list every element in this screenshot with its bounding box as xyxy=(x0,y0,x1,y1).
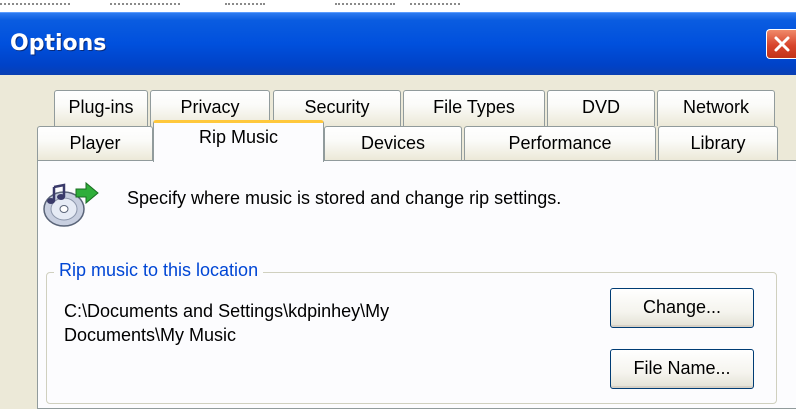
tab-library[interactable]: Library xyxy=(658,126,778,160)
panel-description: Specify where music is stored and change… xyxy=(127,188,562,208)
tab-performance[interactable]: Performance xyxy=(464,126,656,160)
title-bar: Options xyxy=(0,12,796,75)
rip-path: C:\Documents and Settings\kdpinhey\My Do… xyxy=(64,299,584,347)
close-button[interactable] xyxy=(766,29,796,59)
tab-devices[interactable]: Devices xyxy=(324,126,462,160)
change-button[interactable]: Change... xyxy=(610,288,754,328)
rip-path-line-2: Documents\My Music xyxy=(64,325,237,345)
file-name-button[interactable]: File Name... xyxy=(610,349,754,389)
rip-path-line-1: C:\Documents and Settings\kdpinhey\My xyxy=(64,301,390,321)
window-title: Options xyxy=(10,31,107,56)
tab-network[interactable]: Network xyxy=(657,90,775,126)
background-window-strip xyxy=(0,0,796,12)
rip-music-panel: Specify where music is stored and change… xyxy=(37,160,796,409)
tab-file-types[interactable]: File Types xyxy=(403,90,545,126)
tab-dvd[interactable]: DVD xyxy=(547,90,655,126)
tab-rip-music[interactable]: Rip Music xyxy=(153,120,324,162)
rip-location-label: Rip music to this location xyxy=(54,260,264,281)
tab-player[interactable]: Player xyxy=(37,126,153,160)
close-icon xyxy=(774,36,790,52)
music-cd-icon xyxy=(43,181,99,227)
tab-plug-ins[interactable]: Plug-ins xyxy=(54,90,148,126)
